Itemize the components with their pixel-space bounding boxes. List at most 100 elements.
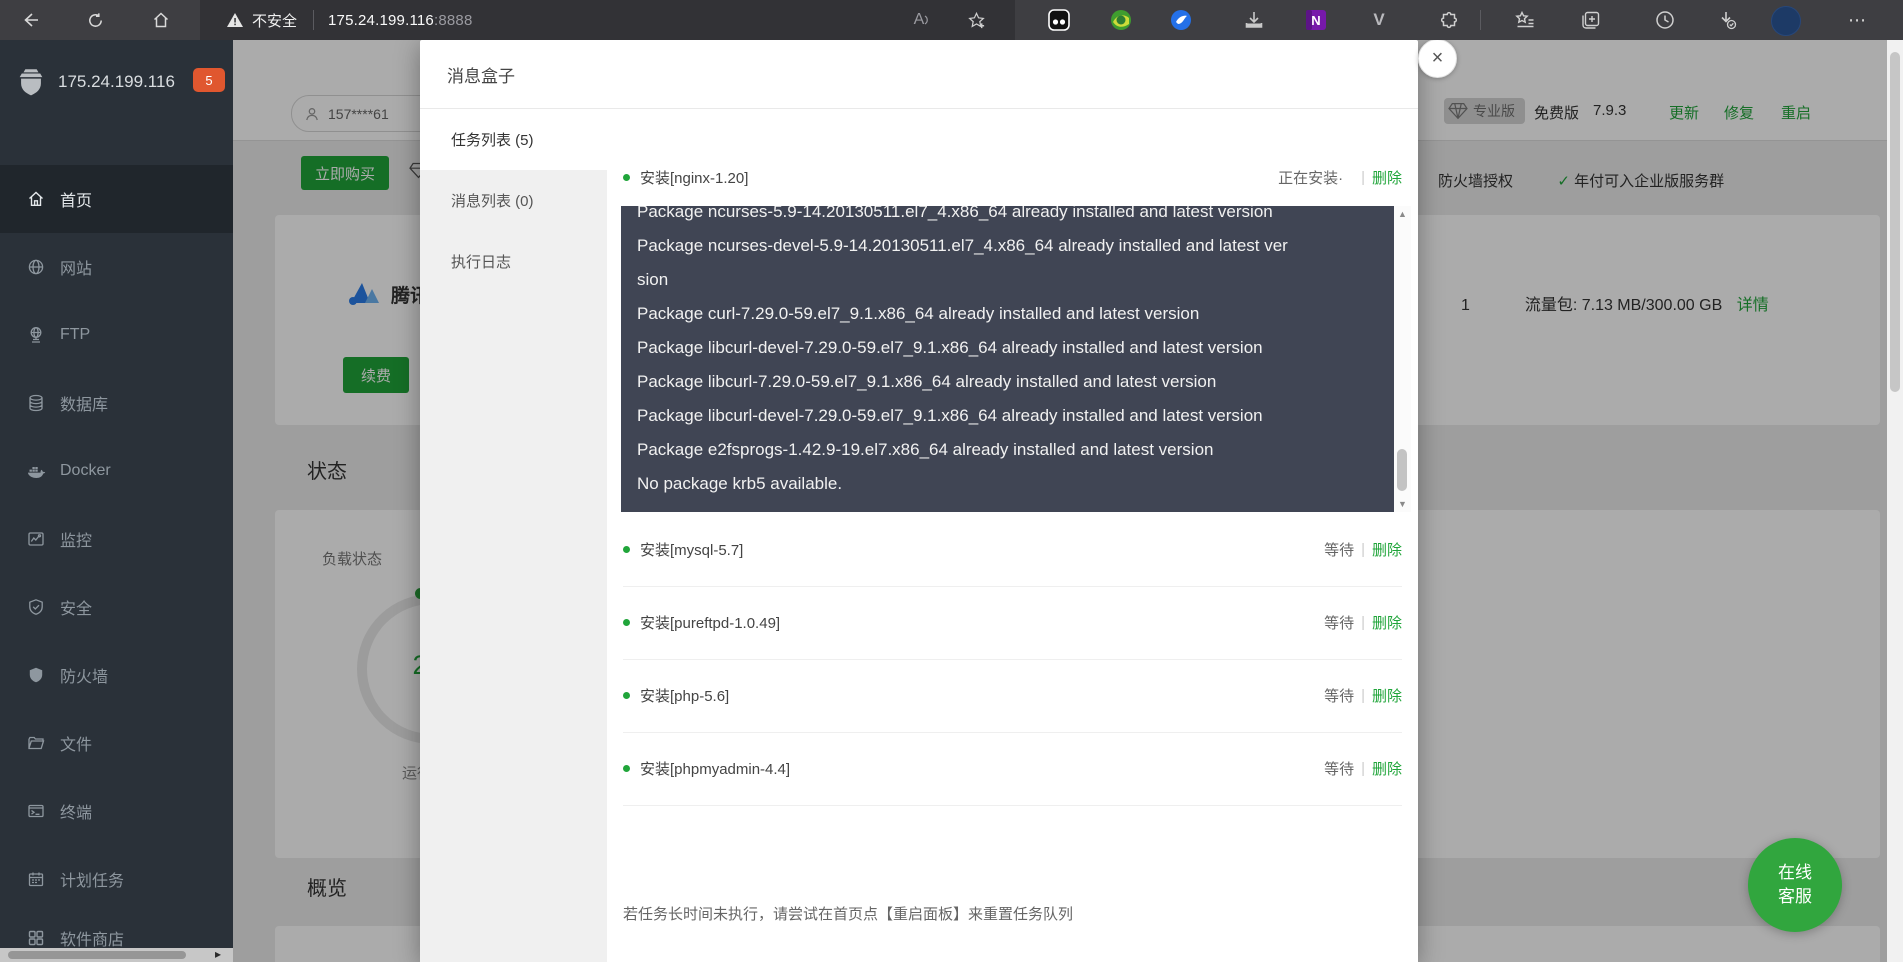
sidebar: 175.24.199.116 5 首页 网站 FTP 数据库 Docker 监控 — [0, 40, 233, 962]
sidebar-item-files[interactable]: 文件 — [0, 709, 233, 777]
extension-download-button[interactable] — [1241, 7, 1267, 33]
extensions-menu-button[interactable] — [1436, 7, 1462, 33]
extension-v-button[interactable]: V — [1366, 7, 1392, 33]
scroll-up-icon[interactable]: ▲ — [1394, 209, 1411, 219]
favorite-star-button[interactable] — [960, 4, 992, 36]
sidebar-item-label: 安全 — [60, 601, 93, 618]
service-label-line1: 在线 — [1778, 863, 1812, 883]
address-bar[interactable]: 不安全 175.24.199.116 :8888 A — [200, 0, 1015, 40]
read-aloud-icon: A — [913, 11, 925, 28]
browser-toolbar: 不安全 175.24.199.116 :8888 A N V ⋯ — [0, 0, 1903, 40]
page-vertical-scrollbar[interactable] — [1887, 40, 1903, 962]
task-delete-link[interactable]: 删除 — [1372, 758, 1402, 779]
scroll-down-icon[interactable]: ▼ — [1394, 499, 1411, 509]
task-status: 等待 — [1324, 615, 1355, 632]
sidebar-item-label: Docker — [60, 462, 111, 479]
task-delete-link[interactable]: 删除 — [1372, 167, 1402, 188]
grid-icon — [26, 928, 46, 948]
online-service-button[interactable]: 在线 客服 — [1748, 838, 1842, 932]
screen: 不安全 175.24.199.116 :8888 A N V ⋯ 175.24.… — [0, 0, 1903, 962]
tab-label: 任务列表 (5) — [451, 132, 534, 149]
monitor-icon — [26, 529, 46, 549]
extension-mask-button[interactable] — [1046, 7, 1072, 33]
sidebar-item-label: 终端 — [60, 805, 93, 822]
security-label[interactable]: 不安全 — [252, 10, 297, 31]
task-delete-link[interactable]: 删除 — [1372, 685, 1402, 706]
collections-button[interactable] — [1578, 7, 1604, 33]
sidebar-item-security[interactable]: 安全 — [0, 573, 233, 641]
page-scrollbar-thumb[interactable] — [1890, 52, 1900, 392]
history-button[interactable] — [1652, 7, 1678, 33]
notification-badge[interactable]: 5 — [193, 68, 225, 92]
favorites-list-icon — [1515, 10, 1534, 28]
task-status-dot — [623, 692, 630, 699]
sidebar-item-website[interactable]: 网站 — [0, 233, 233, 301]
task-name: 安装[phpmyadmin-4.4] — [640, 761, 791, 778]
shield-filled-icon — [26, 665, 46, 685]
browser-menu-button[interactable]: ⋯ — [1841, 4, 1873, 36]
sidebar-item-docker[interactable]: Docker — [0, 437, 233, 505]
sidebar-item-firewall[interactable]: 防火墙 — [0, 641, 233, 709]
task-row: 安装[phpmyadmin-4.4] 等待 | 删除 — [623, 732, 1402, 806]
profile-avatar[interactable] — [1771, 6, 1801, 36]
console-scrollbar-thumb[interactable] — [1397, 449, 1407, 491]
sidebar-horizontal-scrollbar[interactable]: ▸ — [0, 947, 233, 962]
sidebar-item-ftp[interactable]: FTP — [0, 301, 233, 369]
mask-extension-icon — [1048, 9, 1070, 31]
back-icon — [24, 13, 38, 27]
console-line: Package libcurl-7.29.0-59.el7_9.1.x86_64… — [637, 372, 1217, 391]
url-port: :8888 — [433, 11, 473, 29]
download-tray-icon — [1245, 12, 1263, 28]
home-icon — [26, 189, 46, 209]
sidebar-item-label: 数据库 — [60, 397, 109, 414]
sidebar-header: 175.24.199.116 5 — [0, 40, 233, 124]
extension-idm-button[interactable] — [1108, 7, 1134, 33]
console-scrollbar[interactable]: ▲ ▼ — [1394, 206, 1411, 512]
sidebar-item-terminal[interactable]: 终端 — [0, 777, 233, 845]
v-extension-icon: V — [1373, 10, 1385, 29]
scrollbar-right-arrow[interactable]: ▸ — [215, 947, 221, 961]
task-status: 等待 — [1324, 688, 1355, 705]
pipe-divider: | — [1361, 760, 1365, 777]
console-line: Package ncurses-5.9-14.20130511.el7_4.x8… — [637, 206, 1273, 221]
tab-label: 消息列表 (0) — [451, 193, 534, 210]
close-icon: × — [1431, 47, 1444, 69]
pipe-divider: | — [1361, 614, 1365, 631]
console-line: Package libcurl-devel-7.29.0-59.el7_9.1.… — [637, 338, 1263, 357]
docker-icon — [26, 461, 46, 481]
pipe-divider: | — [1361, 541, 1365, 558]
star-add-icon — [967, 11, 985, 28]
favorites-bar-button[interactable] — [1512, 7, 1538, 33]
read-aloud-button[interactable]: A — [906, 4, 938, 36]
task-delete-link[interactable]: 删除 — [1372, 539, 1402, 560]
install-console-output[interactable]: Package ncurses-5.9-14.20130511.el7_4.x8… — [621, 206, 1411, 512]
sidebar-item-cron[interactable]: 计划任务 — [0, 845, 233, 913]
tab-message-list[interactable]: 消息列表 (0) — [420, 170, 607, 231]
browser-home-button[interactable] — [144, 3, 178, 37]
browser-back-button[interactable] — [14, 3, 48, 37]
sidebar-item-label: 防火墙 — [60, 669, 109, 686]
url-host: 175.24.199.116 — [328, 11, 434, 29]
ftp-icon — [26, 325, 46, 345]
puzzle-icon — [1440, 11, 1458, 29]
sidebar-item-database[interactable]: 数据库 — [0, 369, 233, 437]
menu-dots-icon: ⋯ — [1848, 9, 1866, 30]
home-icon — [153, 12, 169, 28]
task-delete-link[interactable]: 删除 — [1372, 612, 1402, 633]
console-line: Package ncurses-devel-5.9-14.20130511.el… — [637, 236, 1288, 255]
extension-onenote-button[interactable]: N — [1303, 7, 1329, 33]
scrollbar-thumb[interactable] — [8, 951, 186, 959]
downloads-button[interactable] — [1714, 7, 1740, 33]
extension-blue-button[interactable] — [1168, 7, 1194, 33]
browser-refresh-button[interactable] — [78, 3, 112, 37]
tab-task-list[interactable]: 任务列表 (5) — [420, 109, 607, 170]
sidebar-item-home[interactable]: 首页 — [0, 165, 233, 233]
sidebar-item-monitor[interactable]: 监控 — [0, 505, 233, 573]
sidebar-item-label: 首页 — [60, 193, 93, 210]
sidebar-item-label: 软件商店 — [60, 932, 125, 949]
calendar-icon — [26, 869, 46, 889]
blue-bird-extension-icon — [1171, 10, 1191, 30]
tab-exec-log[interactable]: 执行日志 — [420, 231, 607, 292]
modal-close-button[interactable]: × — [1418, 39, 1457, 78]
bt-logo-icon — [14, 65, 48, 99]
